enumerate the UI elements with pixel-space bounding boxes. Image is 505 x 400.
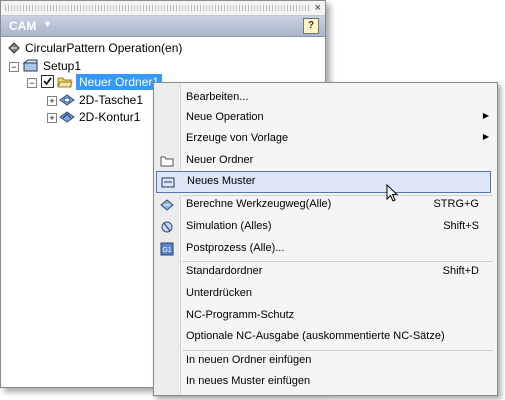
folder-open-icon [57,77,73,88]
drag-grip[interactable] [5,5,309,11]
help-icon[interactable]: ? [303,18,319,34]
close-icon[interactable]: × [315,1,321,15]
menu-item-label: Simulation (Alles) [186,220,272,232]
contour-operation-icon [59,111,75,123]
menu-item-new-folder[interactable]: Neuer Ordner [154,150,497,172]
tree-item-op2[interactable]: + 2D-Kontur1 [47,108,167,126]
panel-title: CAM [9,19,37,33]
menu-item-from-template[interactable]: Erzeuge von Vorlage ▶ [154,128,497,150]
panel-titlebar[interactable]: × [1,1,325,16]
svg-text:G1: G1 [162,247,171,254]
menu-item-shortcut: STRG+G [433,198,479,210]
menu-item-label: Erzeuge von Vorlage [186,132,289,144]
menu-item-edit[interactable]: Bearbeiten... [154,87,497,109]
menu-item-post-process[interactable]: G1 Postprozess (Alle)... [154,238,497,260]
tree-item-root[interactable]: CircularPattern Operation(en) [7,39,307,57]
pattern-icon [161,177,175,188]
mouse-cursor-icon [386,184,399,202]
menu-item-label: Unterdrücken [186,287,253,299]
pocket-operation-icon [59,94,75,106]
submenu-arrow-icon: ▶ [482,132,489,141]
menu-item-shortcut: Shift+D [442,265,479,277]
tree-folder-label: Neuer Ordner1 [76,74,163,90]
menu-item-label: Neuer Ordner [186,154,254,166]
tree-item-op1[interactable]: + 2D-Tasche1 [47,91,167,109]
menu-item-default-folder[interactable]: Standardordner Shift+D [154,261,497,283]
tree-op1-label: 2D-Tasche1 [79,93,144,107]
submenu-arrow-icon: ▶ [482,111,489,120]
menu-item-label: In neues Muster einfügen [186,375,311,387]
menu-item-label: Optionale NC-Ausgabe (auskommentierte NC… [186,330,445,342]
menu-item-optional-nc-output[interactable]: Optionale NC-Ausgabe (auskommentierte NC… [154,326,497,348]
collapse-icon[interactable]: − [9,62,19,72]
tree-root-label: CircularPattern Operation(en) [25,41,183,55]
menu-item-label: Postprozess (Alle)... [186,242,285,254]
simulate-icon [161,221,173,233]
expand-icon[interactable]: + [47,113,57,123]
tree-op2-label: 2D-Kontur1 [79,110,141,124]
menu-item-label: NC-Programm-Schutz [186,309,295,321]
dropdown-arrow-icon[interactable]: ▼ [43,19,52,29]
tree-setup-label: Setup1 [43,59,82,73]
menu-item-generate-toolpaths[interactable]: Berechne Werkzeugweg(Alle) STRG+G [154,194,497,216]
folder-icon [160,156,174,167]
menu-item-paste-into-pattern[interactable]: In neues Muster einfügen [154,371,497,393]
panel-header[interactable]: CAM ▼ ? [1,16,325,37]
menu-item-label: Standardordner [186,265,263,277]
menu-item-label: Berechne Werkzeugweg(Alle) [186,198,332,210]
document-icon [8,42,20,54]
menu-item-paste-into-folder[interactable]: In neuen Ordner einfügen [154,350,497,372]
context-menu: Bearbeiten... Neue Operation ▶ Erzeuge v… [153,82,498,396]
checkbox-icon[interactable] [41,75,55,89]
menu-item-shortcut: Shift+S [443,220,479,232]
menu-item-suppress[interactable]: Unterdrücken [154,283,497,305]
generate-icon [160,199,174,211]
menu-item-new-operation[interactable]: Neue Operation ▶ [154,107,497,129]
setup-icon [23,59,38,72]
post-process-icon: G1 [160,242,174,256]
menu-item-simulate[interactable]: Simulation (Alles) Shift+S [154,216,497,238]
menu-item-label: In neuen Ordner einfügen [186,354,312,366]
menu-item-label: Neue Operation [186,111,264,123]
menu-item-new-pattern[interactable]: Neues Muster [156,171,491,193]
menu-item-nc-protection[interactable]: NC-Programm-Schutz [154,305,497,327]
collapse-icon[interactable]: − [27,78,37,88]
expand-icon[interactable]: + [47,96,57,106]
menu-item-label: Bearbeiten... [186,91,249,103]
menu-item-label: Neues Muster [187,175,256,187]
